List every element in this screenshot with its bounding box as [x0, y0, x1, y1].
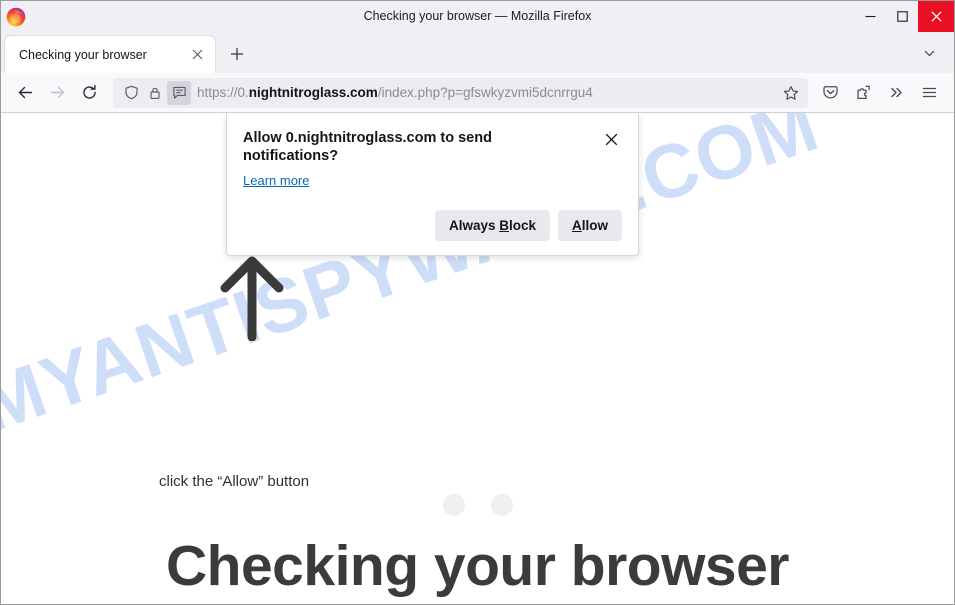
new-tab-button[interactable] — [221, 38, 253, 70]
allow-button[interactable]: Allow — [558, 210, 622, 242]
loading-dot — [490, 494, 513, 516]
allow-accel: A — [572, 218, 582, 234]
url-scheme: https:// — [197, 85, 238, 100]
close-tab-icon[interactable] — [185, 43, 209, 67]
forward-arrow-icon — [41, 78, 73, 108]
url-host: nightnitroglass.com — [248, 85, 378, 100]
dialog-actions: Always Block Allow — [243, 210, 622, 242]
always-block-button[interactable]: Always Block — [434, 210, 550, 242]
hamburger-menu-icon[interactable] — [913, 78, 946, 108]
lock-icon[interactable] — [143, 81, 167, 105]
always-block-accel: B — [499, 218, 509, 234]
tab-checking-your-browser[interactable]: Checking your browser — [5, 36, 215, 73]
address-bar[interactable]: https://0.nightnitroglass.com/index.php?… — [113, 77, 808, 108]
shield-icon[interactable] — [119, 81, 143, 105]
list-all-tabs-chevron-down-icon[interactable] — [916, 40, 942, 66]
firefox-logo-icon — [6, 7, 26, 27]
tab-label: Checking your browser — [19, 47, 147, 62]
navigation-toolbar: https://0.nightnitroglass.com/index.php?… — [1, 73, 954, 113]
minimize-button[interactable] — [854, 1, 886, 32]
bookmark-star-icon[interactable] — [778, 80, 804, 106]
up-arrow-icon — [216, 251, 288, 342]
maximize-button[interactable] — [886, 1, 918, 32]
always-block-suffix: lock — [508, 218, 536, 234]
close-icon[interactable] — [600, 128, 622, 150]
url-path: /index.php?p=gfswkyzvmi5dcnrrgu4 — [377, 85, 593, 100]
reload-icon[interactable] — [73, 78, 105, 108]
url-text[interactable]: https://0.nightnitroglass.com/index.php?… — [197, 85, 778, 100]
back-arrow-icon[interactable] — [9, 78, 41, 108]
page-title: Checking your browser — [166, 534, 790, 598]
url-subdomain: 0. — [237, 85, 249, 100]
tab-strip: Checking your browser — [1, 32, 954, 73]
learn-more-link[interactable]: Learn more — [243, 173, 309, 188]
overflow-double-chevron-icon[interactable] — [880, 78, 913, 108]
dialog-header: Allow 0.nightnitroglass.com to send noti… — [243, 129, 622, 165]
browser-window: Checking your browser — Mozilla Firefox … — [0, 0, 955, 605]
window-title: Checking your browser — Mozilla Firefox — [363, 9, 592, 23]
allow-suffix: llow — [581, 218, 608, 234]
loading-dots — [1, 494, 954, 516]
speech-bubble-icon[interactable] — [167, 80, 191, 105]
loading-dot — [442, 494, 465, 516]
window-controls — [854, 1, 954, 32]
title-bar: Checking your browser — Mozilla Firefox — [1, 1, 954, 32]
always-block-prefix: Always — [448, 218, 500, 234]
toolbar-right-buttons — [814, 78, 946, 108]
dialog-title: Allow 0.nightnitroglass.com to send noti… — [243, 130, 492, 165]
close-window-button[interactable] — [918, 1, 954, 32]
extensions-icon[interactable] — [847, 78, 880, 108]
arrow-caption: click the “Allow” button — [159, 473, 310, 490]
pocket-icon[interactable] — [814, 78, 847, 108]
page-content: MYANTISPYWARE.COM click the “Allow” butt… — [1, 113, 954, 604]
notification-permission-dialog: Allow 0.nightnitroglass.com to send noti… — [226, 113, 639, 257]
